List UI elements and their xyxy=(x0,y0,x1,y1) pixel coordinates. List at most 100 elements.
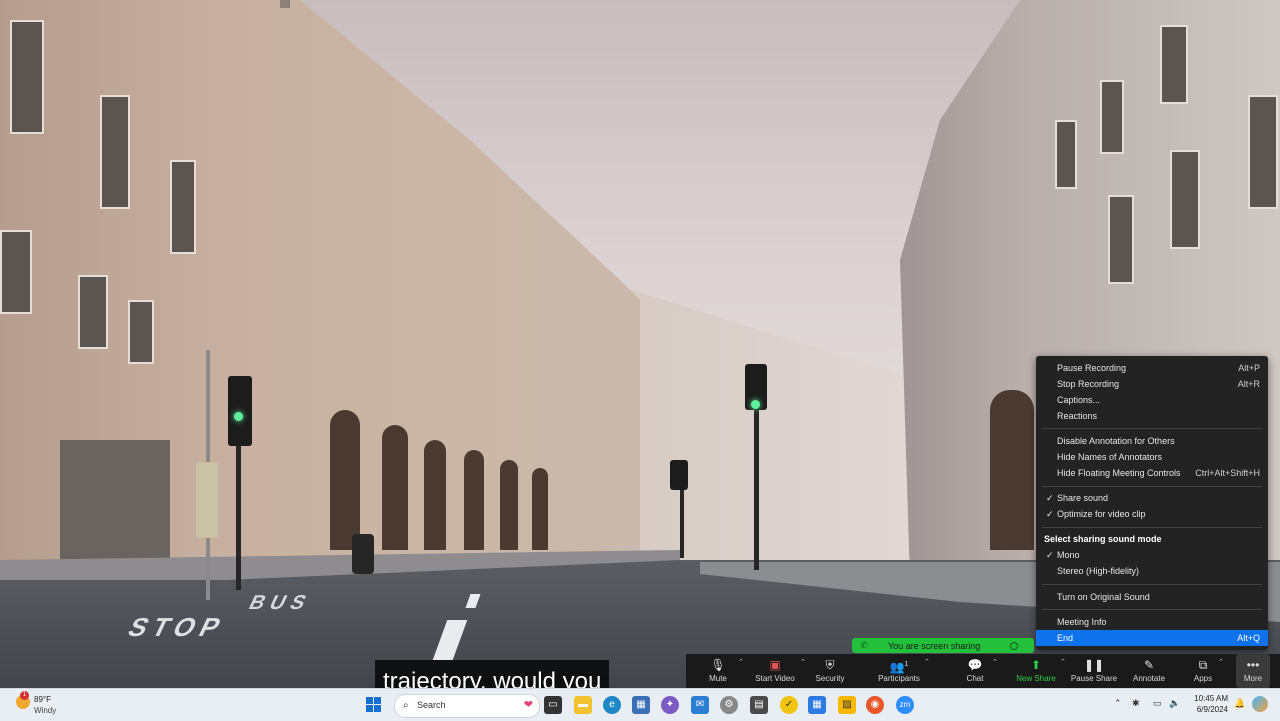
pause-icon: ❚❚ xyxy=(1083,658,1105,672)
zoom-app-icon[interactable]: zm xyxy=(896,696,914,714)
window xyxy=(1170,150,1200,249)
menu-item-pause-recording[interactable]: Pause Recording Alt+P xyxy=(1036,360,1268,376)
participants-button[interactable]: 👥1 Participants ⌃ xyxy=(876,654,930,688)
search-placeholder: Search xyxy=(417,700,446,710)
search-highlight-icon: ❤ xyxy=(523,699,533,711)
menu-item-share-sound[interactable]: ✓ Share sound xyxy=(1036,490,1268,506)
menu-item-meeting-info[interactable]: Meeting Info xyxy=(1036,614,1268,630)
notification-bell-icon[interactable]: 🔔 xyxy=(1234,698,1245,709)
weather-condition: Windy xyxy=(34,706,57,715)
new-share-button[interactable]: ⬆ New Share ⌃ xyxy=(1014,654,1066,688)
meeting-toolbar: 🎙 Mute ⌃ ▣ Start Video ⌃ ⛨ Security 👥1 P… xyxy=(686,654,1280,688)
calendar-icon[interactable]: ▦ xyxy=(808,696,826,714)
volume-icon[interactable]: 🔈 xyxy=(1169,698,1180,709)
menu-divider xyxy=(1042,609,1262,610)
checkmark-icon: ✓ xyxy=(1046,550,1054,560)
share-icon: ⬆ xyxy=(1030,658,1042,672)
arch xyxy=(424,440,446,550)
bus-stop-sign xyxy=(196,462,218,538)
green-light xyxy=(234,412,243,421)
arch xyxy=(382,425,408,550)
window xyxy=(78,275,108,349)
arch xyxy=(464,450,484,550)
checkmark-icon: ✓ xyxy=(1046,493,1054,503)
menu-divider xyxy=(1042,584,1262,585)
menu-divider xyxy=(1042,486,1262,487)
task-view-icon[interactable]: ▭ xyxy=(544,696,562,714)
traffic-light xyxy=(670,460,688,490)
window xyxy=(1055,120,1077,189)
taskbar: 1 89°F Windy ⌕ Search ❤ ▭ ▬ e ▦ ✦ ✉ ⚙ ▤ … xyxy=(0,688,1280,721)
app-icon[interactable]: ▤ xyxy=(750,696,768,714)
sticky-notes-icon[interactable]: ▨ xyxy=(838,696,856,714)
annotate-button[interactable]: ✎ Annotate xyxy=(1130,654,1168,688)
clock-date: 6/9/2024 xyxy=(1196,705,1228,714)
arch xyxy=(532,468,548,550)
microphone-icon: 🎙 xyxy=(710,658,726,672)
menu-item-optimize-video[interactable]: ✓ Optimize for video clip xyxy=(1036,506,1268,522)
chevron-up-icon[interactable]: ⌃ xyxy=(738,658,744,666)
menu-item-disable-annotation[interactable]: Disable Annotation for Others xyxy=(1036,433,1268,449)
shield-icon: ⛨ xyxy=(825,658,835,672)
more-menu: Pause Recording Alt+P Stop Recording Alt… xyxy=(1036,356,1268,650)
chevron-up-icon[interactable]: ⌃ xyxy=(800,658,806,666)
weather-widget[interactable]: 1 89°F Windy xyxy=(16,691,76,717)
store-icon[interactable]: ▦ xyxy=(632,696,650,714)
menu-divider xyxy=(1042,527,1262,528)
window xyxy=(10,20,44,134)
road-marking-bus: BUS xyxy=(245,592,316,614)
checkmark-icon: ✓ xyxy=(1046,509,1054,519)
menu-item-hide-floating-controls[interactable]: Hide Floating Meeting Controls Ctrl+Alt+… xyxy=(1036,465,1268,481)
file-explorer-icon[interactable]: ▬ xyxy=(574,696,592,714)
copilot-tray-icon[interactable] xyxy=(1252,696,1268,712)
screen-sharing-indicator[interactable]: ✆ You are screen sharing xyxy=(852,638,1034,653)
chevron-up-icon[interactable]: ⌃ xyxy=(924,658,930,666)
start-button[interactable] xyxy=(366,697,382,713)
shop-front xyxy=(60,440,170,570)
menu-item-hide-annotator-names[interactable]: Hide Names of Annotators xyxy=(1036,449,1268,465)
menu-item-captions[interactable]: Captions... xyxy=(1036,392,1268,408)
window xyxy=(1248,95,1278,209)
status-dot-icon xyxy=(1010,642,1018,650)
security-button[interactable]: ⛨ Security xyxy=(812,654,848,688)
window xyxy=(170,160,196,254)
mail-icon[interactable]: ✉ xyxy=(691,696,709,714)
edge-browser-icon[interactable]: e xyxy=(603,696,621,714)
settings-icon[interactable]: ⚙ xyxy=(720,696,738,714)
menu-item-stop-recording[interactable]: Stop Recording Alt+R xyxy=(1036,376,1268,392)
pause-share-button[interactable]: ❚❚ Pause Share xyxy=(1070,654,1118,688)
more-button[interactable]: ••• More xyxy=(1236,654,1270,688)
menu-item-end[interactable]: End Alt+Q xyxy=(1036,630,1268,646)
green-light xyxy=(751,400,760,409)
chevron-up-icon[interactable]: ⌃ xyxy=(1114,698,1122,709)
menu-header-sound-mode: Select sharing sound mode xyxy=(1044,534,1162,544)
menu-item-original-sound[interactable]: Turn on Original Sound xyxy=(1036,589,1268,605)
menu-item-mono[interactable]: ✓ Mono xyxy=(1036,547,1268,563)
windows-logo-icon xyxy=(366,697,373,704)
chevron-up-icon[interactable]: ⌃ xyxy=(1218,658,1224,666)
taskbar-search[interactable]: ⌕ Search ❤ xyxy=(394,694,540,718)
pen-icon: ✎ xyxy=(1143,658,1155,672)
start-video-button[interactable]: ▣ Start Video ⌃ xyxy=(752,654,806,688)
menu-item-reactions[interactable]: Reactions xyxy=(1036,408,1268,424)
network-icon[interactable]: ▭ xyxy=(1153,698,1162,709)
norton-icon[interactable]: ✓ xyxy=(780,696,798,714)
signal-pole xyxy=(754,400,759,570)
chevron-up-icon[interactable]: ⌃ xyxy=(1060,658,1066,666)
road-marking-stop: STOP xyxy=(123,612,232,642)
phone-icon: ✆ xyxy=(860,640,868,650)
apps-button[interactable]: ⧉ Apps ⌃ xyxy=(1190,654,1224,688)
arch xyxy=(990,390,1034,550)
bluetooth-icon[interactable]: ✱ xyxy=(1132,698,1140,709)
system-clock[interactable]: 10:45 AM 6/9/2024 xyxy=(1188,693,1228,715)
chevron-up-icon[interactable]: ⌃ xyxy=(992,658,998,666)
mute-button[interactable]: 🎙 Mute ⌃ xyxy=(700,654,744,688)
window xyxy=(1108,195,1134,284)
copilot-icon[interactable]: ✦ xyxy=(661,696,679,714)
arch xyxy=(330,410,360,550)
more-icon: ••• xyxy=(1246,658,1260,672)
menu-item-stereo[interactable]: Stereo (High-fidelity) xyxy=(1036,563,1268,579)
chat-button[interactable]: 💬 Chat ⌃ xyxy=(960,654,998,688)
traffic-light xyxy=(228,376,252,446)
firefox-icon[interactable]: ◉ xyxy=(866,696,884,714)
